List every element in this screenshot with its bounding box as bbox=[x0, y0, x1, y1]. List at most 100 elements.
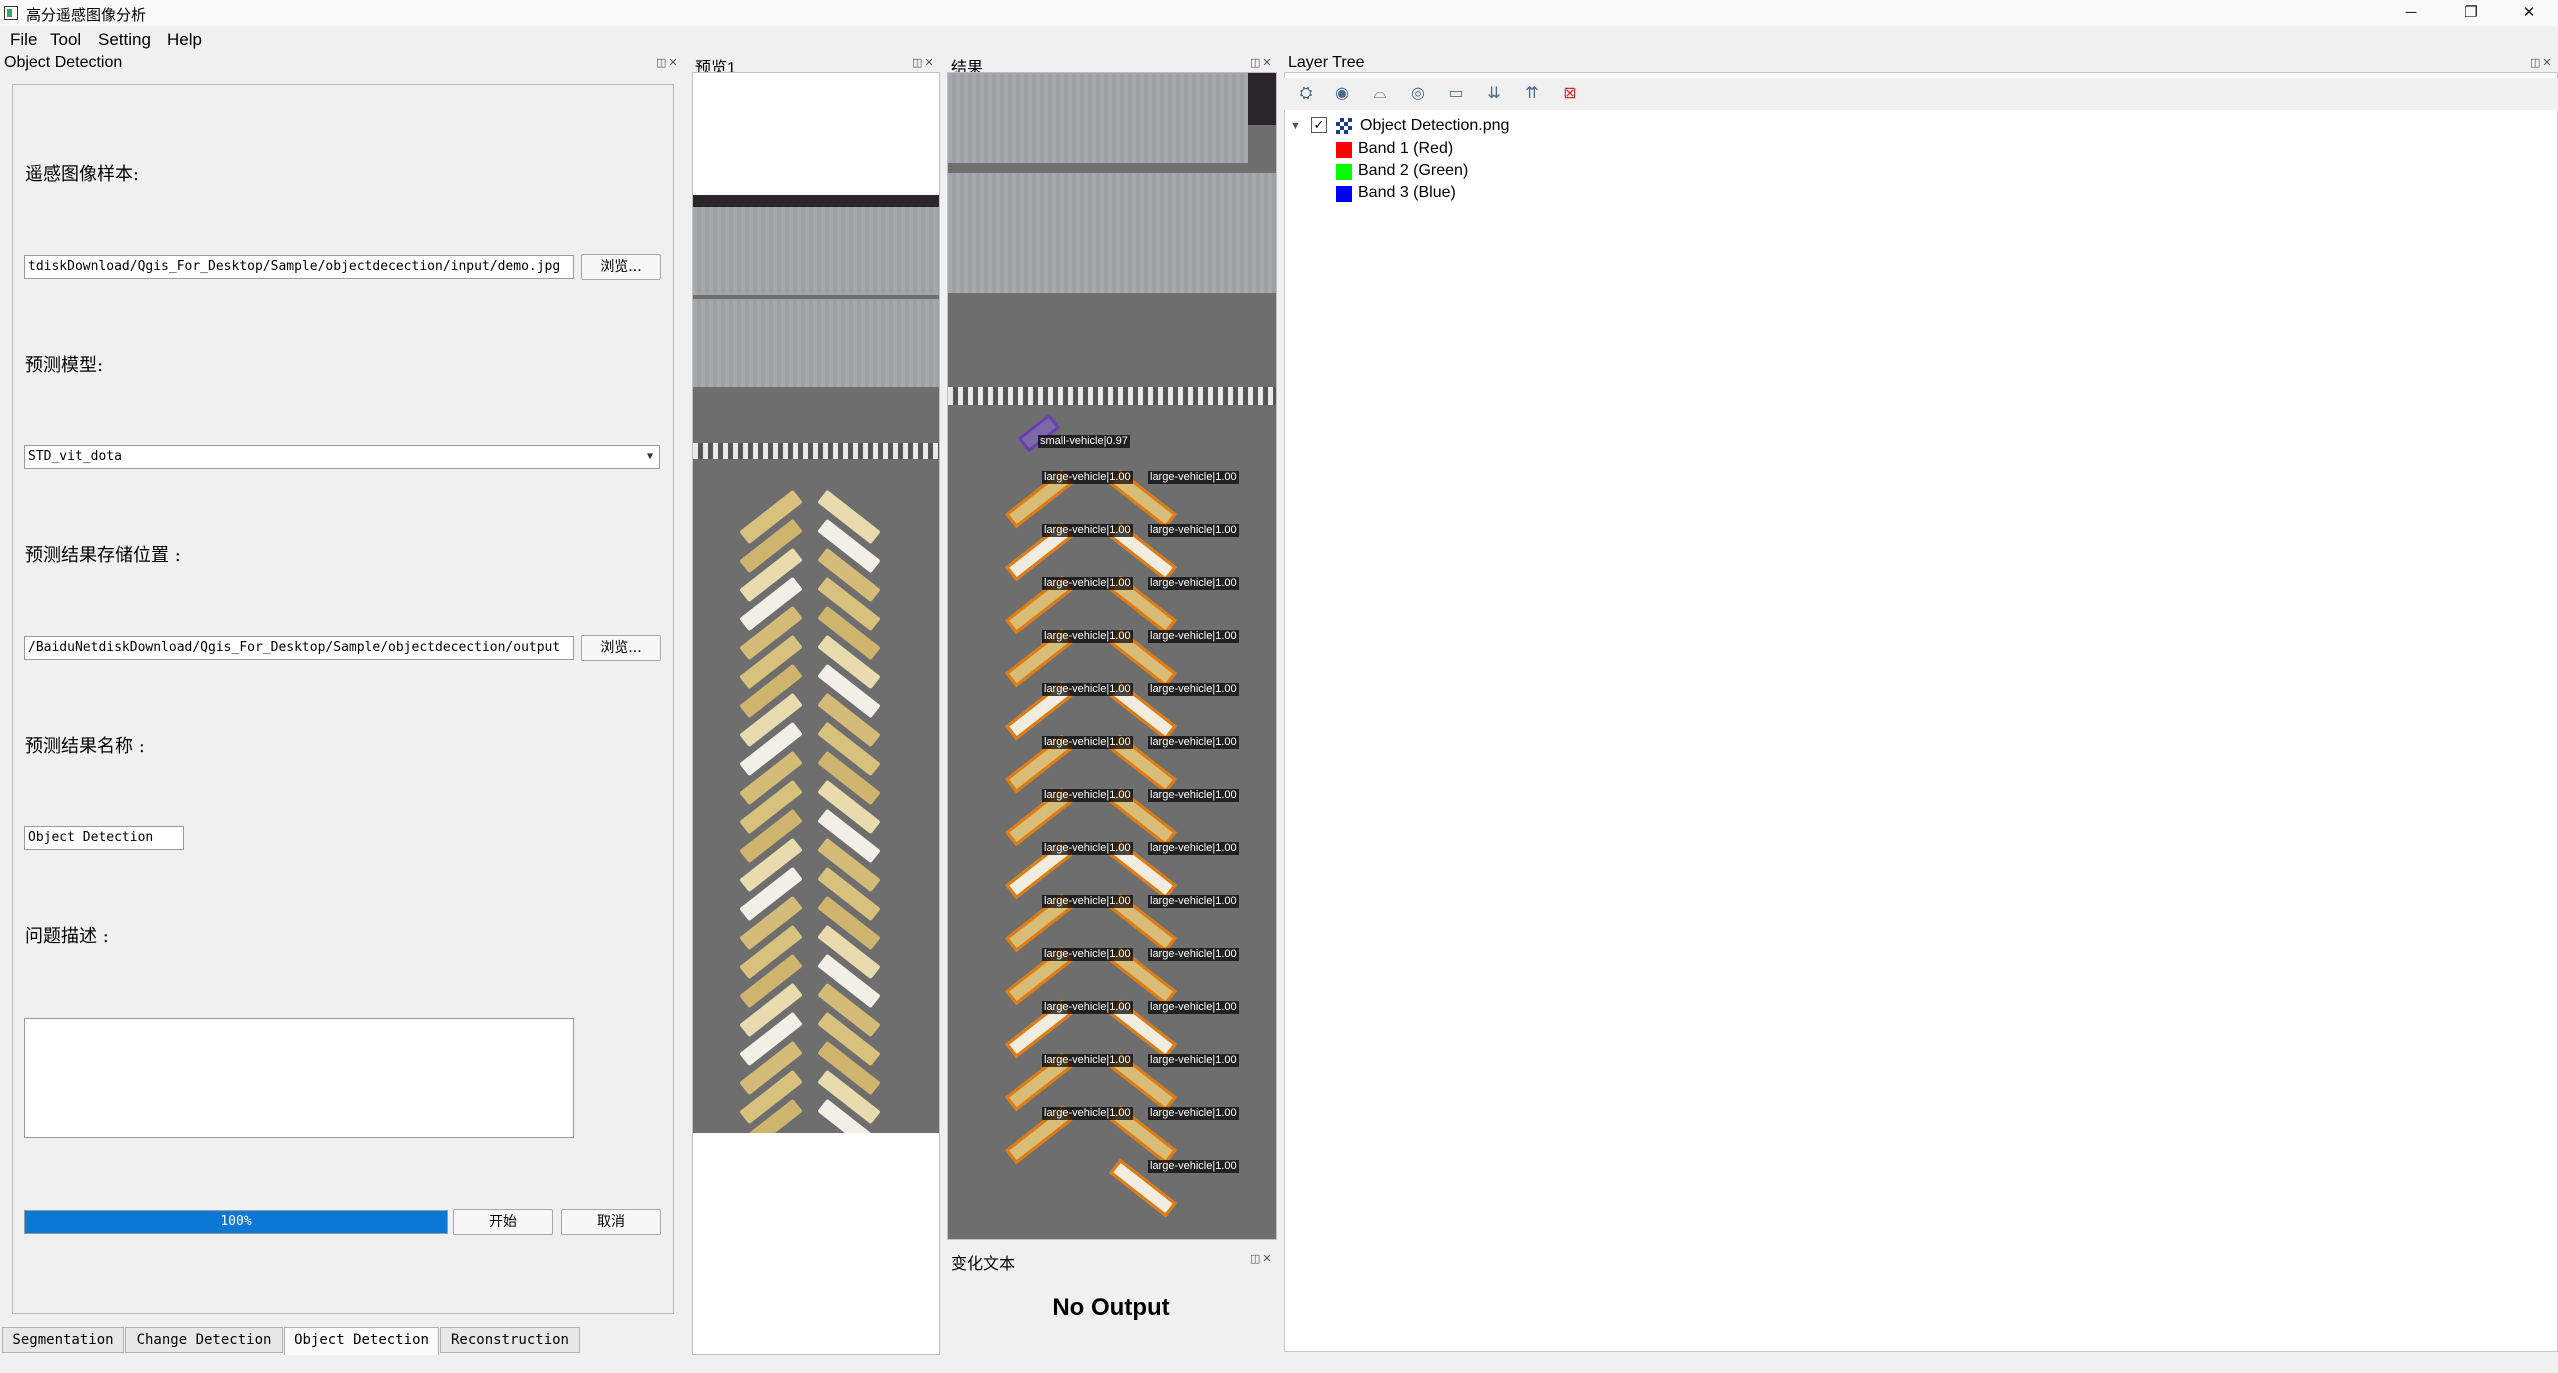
band-blue-swatch bbox=[1336, 186, 1352, 202]
detection-label: large-vehicle|1.00 bbox=[1042, 1054, 1133, 1067]
warehouse-roof bbox=[948, 173, 1276, 293]
detection-label: large-vehicle|1.00 bbox=[1042, 948, 1133, 961]
no-output-text: No Output bbox=[1052, 1294, 1170, 1321]
tab-change-detection[interactable]: Change Detection bbox=[125, 1327, 283, 1353]
expand-all-icon[interactable]: ⇊ bbox=[1484, 84, 1504, 104]
detection-label: large-vehicle|1.00 bbox=[1148, 577, 1239, 590]
tab-reconstruction[interactable]: Reconstruction bbox=[440, 1327, 580, 1353]
start-button[interactable]: 开始 bbox=[453, 1209, 553, 1235]
detection-label: large-vehicle|1.00 bbox=[1148, 948, 1239, 961]
chevron-down-icon: ▼ bbox=[646, 451, 653, 462]
detection-label: small-vehicle|0.97 bbox=[1038, 435, 1130, 448]
add-group-icon[interactable]: ▭ bbox=[1446, 84, 1466, 104]
warehouse-roof bbox=[693, 207, 939, 295]
detection-label: large-vehicle|1.00 bbox=[1042, 842, 1133, 855]
menu-setting[interactable]: Setting bbox=[98, 30, 151, 50]
detection-label: large-vehicle|1.00 bbox=[1042, 895, 1133, 908]
model-select[interactable]: STD_vit_dota ▼ bbox=[24, 445, 660, 469]
detection-label: large-vehicle|1.00 bbox=[1148, 895, 1239, 908]
app-icon bbox=[4, 6, 18, 20]
change-text-panel-title: 变化文本 bbox=[951, 1256, 1016, 1273]
result-panel: small-vehicle|0.97 large-vehicle|1.00 larg… bbox=[947, 72, 1277, 1240]
model-label: 预测模型: bbox=[25, 355, 104, 376]
crosswalk bbox=[693, 443, 939, 459]
detection-label: large-vehicle|1.00 bbox=[1148, 736, 1239, 749]
result-dock-buttons[interactable]: ◫✕ bbox=[1250, 56, 1274, 69]
band-2-label: Band 2 (Green) bbox=[1358, 162, 1469, 179]
menu-tool[interactable]: Tool bbox=[50, 30, 81, 50]
output-location-label: 预测结果存储位置 : bbox=[25, 545, 181, 566]
expand-arrow-icon[interactable]: ▼ bbox=[1290, 120, 1301, 132]
detection-label: large-vehicle|1.00 bbox=[1148, 1160, 1239, 1173]
menu-help[interactable]: Help bbox=[167, 30, 202, 50]
cancel-button[interactable]: 取消 bbox=[561, 1209, 661, 1235]
detection-label: large-vehicle|1.00 bbox=[1148, 1107, 1239, 1120]
detection-label: large-vehicle|1.00 bbox=[1148, 1054, 1239, 1067]
left-dock-buttons[interactable]: ◫✕ bbox=[656, 56, 680, 69]
detection-label: large-vehicle|1.00 bbox=[1042, 524, 1133, 537]
detection-label: large-vehicle|1.00 bbox=[1042, 630, 1133, 643]
warehouse-roof bbox=[693, 299, 939, 387]
description-label: 问题描述 : bbox=[25, 926, 109, 947]
model-select-value: STD_vit_dota bbox=[28, 449, 122, 464]
description-textarea[interactable] bbox=[24, 1018, 574, 1138]
detection-label: large-vehicle|1.00 bbox=[1042, 1001, 1133, 1014]
detection-label: large-vehicle|1.00 bbox=[1148, 842, 1239, 855]
layer-name[interactable]: Object Detection.png bbox=[1360, 117, 1509, 135]
result-name-label: 预测结果名称 : bbox=[25, 736, 145, 757]
window-title: 高分遥感图像分析 bbox=[26, 7, 147, 24]
visibility-icon[interactable]: ◉ bbox=[1332, 84, 1352, 104]
browse-output-button[interactable]: 浏览... bbox=[581, 635, 661, 661]
band-red-swatch bbox=[1336, 142, 1352, 158]
detection-label: large-vehicle|1.00 bbox=[1148, 471, 1239, 484]
tab-segmentation[interactable]: Segmentation bbox=[2, 1327, 124, 1353]
status-bar bbox=[0, 1355, 2558, 1373]
layer-tree-panel bbox=[1284, 72, 2558, 1352]
tab-bar: Segmentation Change Detection Object Det… bbox=[0, 1327, 680, 1355]
result-name-input[interactable]: Object Detection bbox=[24, 826, 184, 850]
detection-label: large-vehicle|1.00 bbox=[1042, 471, 1133, 484]
band-1-label: Band 1 (Red) bbox=[1358, 140, 1454, 157]
output-path-input[interactable]: /BaiduNetdiskDownload/Qgis_For_Desktop/S… bbox=[24, 636, 574, 660]
tab-object-detection[interactable]: Object Detection bbox=[284, 1327, 439, 1355]
minimize-button[interactable]: ─ bbox=[2388, 2, 2434, 24]
roof-edge bbox=[693, 195, 939, 207]
detection-label: large-vehicle|1.00 bbox=[1148, 789, 1239, 802]
browse-sample-button[interactable]: 浏览... bbox=[581, 254, 661, 280]
manage-themes-icon[interactable]: ◎ bbox=[1408, 84, 1428, 104]
menu-file[interactable]: File bbox=[10, 30, 37, 50]
detection-label: large-vehicle|1.00 bbox=[1148, 524, 1239, 537]
roof-edge bbox=[1248, 73, 1276, 125]
restore-button[interactable]: ❐ bbox=[2448, 2, 2494, 24]
warehouse-roof bbox=[948, 73, 1248, 163]
preview-dock-buttons[interactable]: ◫✕ bbox=[912, 56, 936, 69]
detection-label: large-vehicle|1.00 bbox=[1042, 789, 1133, 802]
sample-label: 遥感图像样本: bbox=[25, 164, 140, 185]
detection-label: large-vehicle|1.00 bbox=[1148, 630, 1239, 643]
detection-label: large-vehicle|1.00 bbox=[1042, 683, 1133, 696]
detection-label: large-vehicle|1.00 bbox=[1042, 1107, 1133, 1120]
layer-visibility-checkbox[interactable]: ✓ bbox=[1311, 117, 1327, 133]
preview-panel bbox=[692, 72, 940, 1355]
close-button[interactable]: ✕ bbox=[2506, 2, 2552, 24]
sample-path-input[interactable]: tdiskDownload/Qgis_For_Desktop/Sample/ob… bbox=[24, 255, 574, 279]
menu-bar: File Tool Setting Help bbox=[0, 26, 2558, 52]
change-text-dock-buttons[interactable]: ◫✕ bbox=[1250, 1252, 1274, 1265]
layer-tree-toolbar: ⛭ ◉ ⌓ ◎ ▭ ⇊ ⇈ ⊠ bbox=[1284, 78, 2558, 110]
open-layer-styling-icon[interactable]: ⛭ bbox=[1296, 84, 1316, 104]
layer-tree-dock-buttons[interactable]: ◫✕ bbox=[2530, 56, 2554, 69]
progress-text: 100% bbox=[220, 1214, 252, 1229]
title-bar: 高分遥感图像分析 ─ ❐ ✕ bbox=[0, 0, 2558, 26]
crosswalk bbox=[948, 387, 1276, 405]
detection-label: large-vehicle|1.00 bbox=[1148, 1001, 1239, 1014]
left-panel-title: Object Detection bbox=[4, 54, 123, 71]
result-aerial-image: small-vehicle|0.97 large-vehicle|1.00 larg… bbox=[948, 73, 1276, 1239]
band-3-label: Band 3 (Blue) bbox=[1358, 184, 1456, 201]
detection-label: large-vehicle|1.00 bbox=[1042, 577, 1133, 590]
detection-label: large-vehicle|1.00 bbox=[1042, 736, 1133, 749]
collapse-all-icon[interactable]: ⇈ bbox=[1522, 84, 1542, 104]
filter-legend-icon[interactable]: ⌓ bbox=[1370, 84, 1390, 104]
layer-tree-title: Layer Tree bbox=[1288, 54, 1365, 71]
remove-layer-icon[interactable]: ⊠ bbox=[1560, 84, 1580, 104]
detection-label: large-vehicle|1.00 bbox=[1148, 683, 1239, 696]
